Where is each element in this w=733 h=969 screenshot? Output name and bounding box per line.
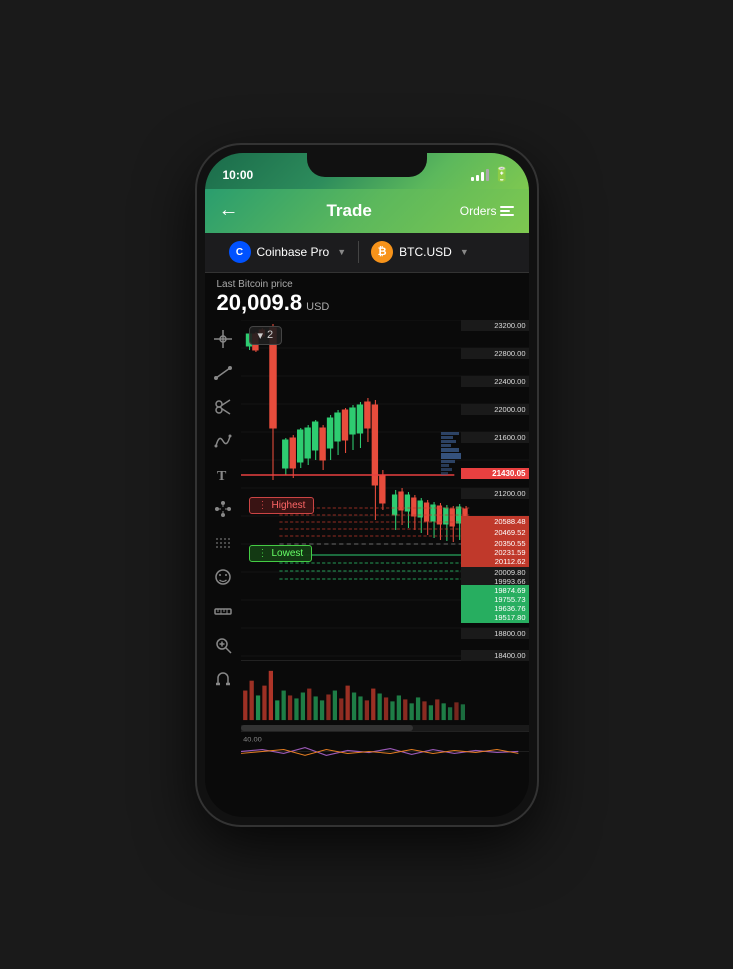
exchange-selector[interactable]: C Coinbase Pro ▼ [217,241,360,263]
price-level-22800: 22800.00 [461,348,529,359]
status-time: 10:00 [223,168,254,182]
svg-text:40.00: 40.00 [243,736,262,744]
price-section: Last Bitcoin price 20,009.8 USD [205,273,529,320]
signal-icon [471,169,489,181]
nodes-icon[interactable] [209,498,237,520]
page-title: Trade [326,201,371,221]
bottom-oscillator: 40.00 [241,731,529,771]
price-axis: 23200.00 22800.00 22400.00 22000.00 2160… [461,320,529,660]
emoji-icon[interactable] [209,566,237,588]
coinbase-logo: C [229,241,251,263]
price-level-22000: 22000.00 [461,404,529,415]
ruler-icon[interactable] [209,600,237,622]
price-number: 20,009.8 [217,290,303,316]
volume-profile [441,432,461,612]
text-icon[interactable]: T [209,464,237,486]
exchange-bar: C Coinbase Pro ▼ ₿ BTC.USD ▼ [205,233,529,273]
exchange-name: Coinbase Pro [257,245,330,259]
app-header: ← Trade Orders [205,189,529,233]
dots-icon[interactable] [209,532,237,554]
magnet-icon[interactable] [209,668,237,690]
phone-screen: 10:00 🔋 ← Trade Orders [205,153,529,817]
phone-device: 10:00 🔋 ← Trade Orders [197,145,537,825]
notch [307,153,427,177]
chart-toolbar: T [205,320,241,770]
symbol-dropdown-arrow: ▼ [460,247,469,257]
candlestick-chart[interactable]: ▾ 2 ⋮ Highest ⋮ Lowest 21430.05 [241,320,529,660]
curve-icon[interactable] [209,430,237,452]
symbol-name: BTC.USD [399,245,452,259]
line-icon[interactable] [209,362,237,384]
price-level-19517: 19517.80 [461,612,529,623]
bitcoin-logo: ₿ [371,241,393,263]
orders-button[interactable]: Orders [460,204,515,218]
volume-chart [241,660,529,725]
price-level-22400: 22400.00 [461,376,529,387]
back-button[interactable]: ← [219,199,239,222]
current-price-badge: 21430.05 [489,468,528,479]
highest-label: ⋮ Highest [249,497,315,514]
price-level-21600: 21600.00 [461,432,529,443]
price-level-21200: 21200.00 [461,488,529,499]
price-level-20112: 20112.62 [461,556,529,567]
price-currency: USD [306,301,329,313]
exchange-dropdown-arrow: ▼ [337,247,346,257]
battery-icon: 🔋 [493,166,510,183]
indicator-value: 2 [267,329,273,341]
price-level-23200: 23200.00 [461,320,529,331]
indicator-badge[interactable]: ▾ 2 [249,326,283,345]
svg-text:T: T [217,469,227,484]
indicator-arrow: ▾ [258,329,264,342]
price-level-18400: 18400.00 [461,650,529,661]
chart-area[interactable]: T [205,320,529,770]
price-label: Last Bitcoin price [217,279,517,290]
orders-icon [500,206,514,216]
scissors-icon[interactable] [209,396,237,418]
price-display: 20,009.8 USD [217,290,517,316]
status-icons: 🔋 [471,166,510,183]
zoom-icon[interactable] [209,634,237,656]
price-level-20469: 20469.52 [461,527,529,538]
lowest-label: ⋮ Lowest [249,545,313,562]
price-level-20588: 20588.48 [461,516,529,527]
symbol-selector[interactable]: ₿ BTC.USD ▼ [359,241,481,263]
price-level-18800: 18800.00 [461,628,529,639]
crosshair-icon[interactable] [209,328,237,350]
